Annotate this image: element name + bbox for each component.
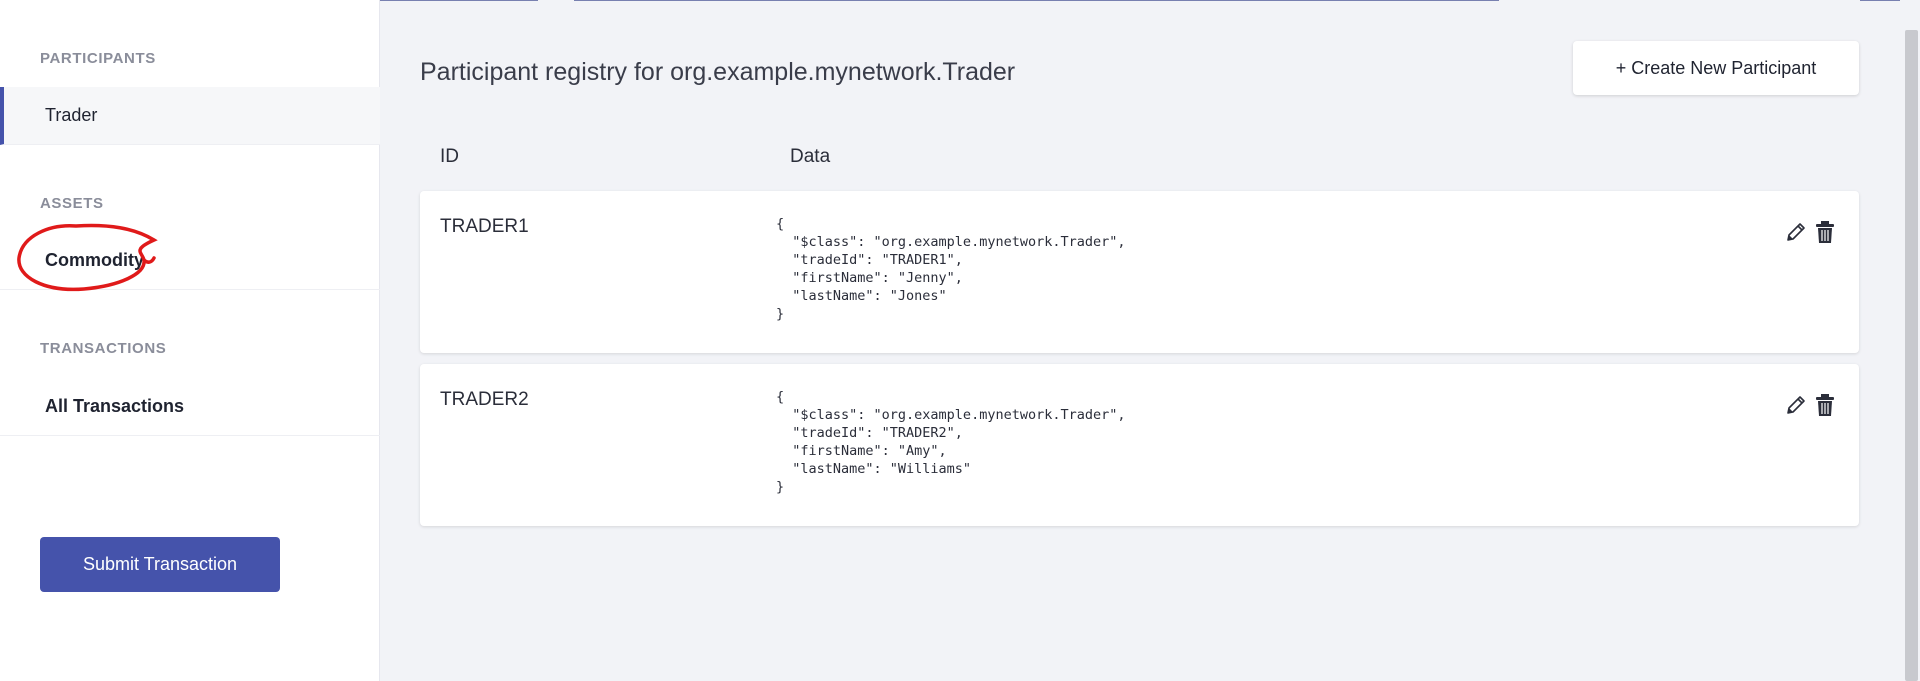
pencil-icon[interactable] — [1783, 219, 1809, 245]
sidebar: PARTICIPANTS Trader ASSETS Commodity TRA… — [0, 0, 380, 681]
top-border-line — [574, 0, 1499, 1]
sidebar-item-all-transactions[interactable]: All Transactions — [0, 378, 380, 436]
section-title-assets: ASSETS — [40, 195, 104, 212]
sidebar-item-trader[interactable]: Trader — [0, 87, 380, 145]
row-data-json: { "$class": "org.example.mynetwork.Trade… — [776, 389, 1126, 495]
sidebar-item-commodity[interactable]: Commodity — [0, 232, 380, 290]
sidebar-item-label: Trader — [45, 105, 98, 125]
sidebar-item-label: All Transactions — [45, 396, 185, 416]
row-id: TRADER1 — [440, 216, 529, 237]
trash-icon[interactable] — [1812, 392, 1838, 418]
page-title: Participant registry for org.example.myn… — [420, 58, 1016, 86]
column-header-data: Data — [790, 146, 831, 167]
row-id: TRADER2 — [440, 389, 529, 410]
table-row: TRADER1 { "$class": "org.example.mynetwo… — [420, 191, 1859, 353]
table-row: TRADER2 { "$class": "org.example.mynetwo… — [420, 364, 1859, 526]
trash-icon[interactable] — [1812, 219, 1838, 245]
section-title-participants: PARTICIPANTS — [40, 50, 156, 67]
pencil-icon[interactable] — [1783, 392, 1809, 418]
scrollbar-thumb[interactable] — [1905, 30, 1918, 681]
create-participant-button[interactable]: + Create New Participant — [1573, 41, 1859, 95]
top-border-line — [1860, 0, 1900, 1]
column-header-id: ID — [440, 146, 459, 167]
sidebar-item-label: Commodity — [45, 250, 144, 270]
top-border-line — [380, 0, 538, 1]
section-title-transactions: TRANSACTIONS — [40, 340, 167, 357]
row-data-json: { "$class": "org.example.mynetwork.Trade… — [776, 216, 1126, 322]
submit-transaction-button[interactable]: Submit Transaction — [40, 537, 280, 592]
